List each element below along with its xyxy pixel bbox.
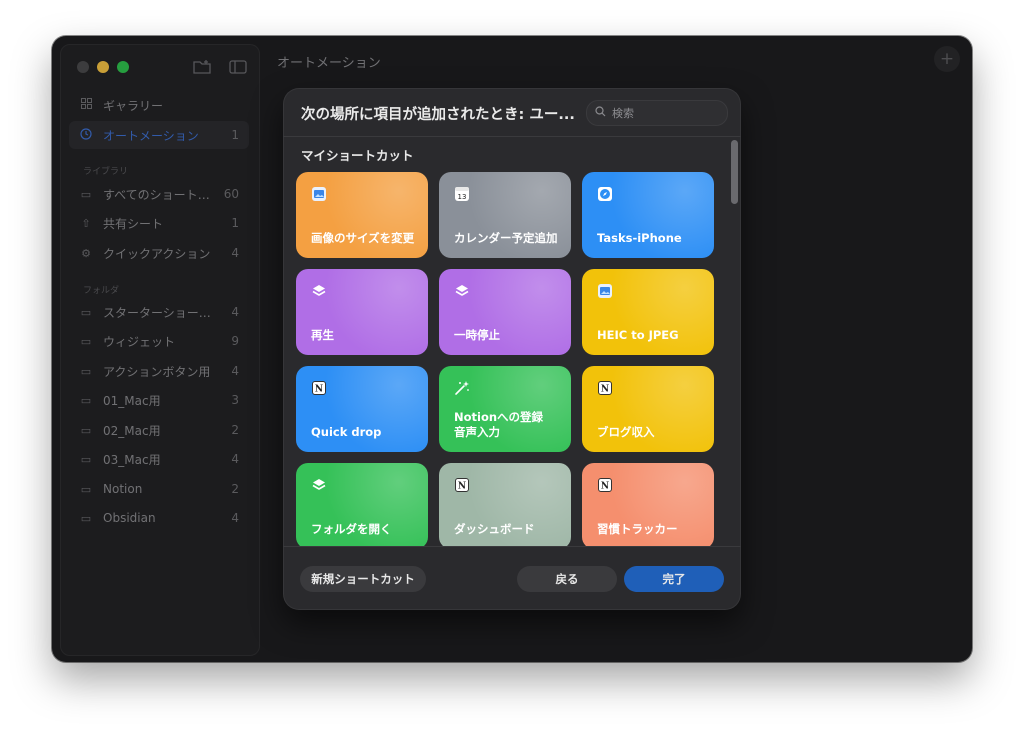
shortcut-tile[interactable]: 13 カレンダー予定追加 xyxy=(439,172,571,258)
shortcut-tile-label: 一時停止 xyxy=(454,328,500,342)
new-shortcut-button[interactable]: 新規ショートカット xyxy=(300,566,426,592)
back-button[interactable]: 戻る xyxy=(517,566,617,592)
shortcut-tile-label: Notionへの登録 音声入力 xyxy=(454,410,544,439)
choose-shortcut-dialog: 次の場所に項目が追加されたとき: ユー... マイショートカット 画像のサイズを… xyxy=(283,88,741,610)
divider xyxy=(283,136,741,137)
shortcut-tile[interactable]: Tasks-iPhone xyxy=(582,172,714,258)
svg-text:N: N xyxy=(601,385,609,395)
safari-icon xyxy=(596,185,614,203)
notion-icon: N xyxy=(596,476,614,494)
search-icon xyxy=(595,106,606,120)
shortcut-tile[interactable]: 再生 xyxy=(296,269,428,355)
shortcut-tile-label: 習慣トラッカー xyxy=(597,522,678,536)
shortcut-tile-label: Quick drop xyxy=(311,425,382,439)
shortcut-tile[interactable]: N Quick drop xyxy=(296,366,428,452)
divider xyxy=(283,546,741,547)
notion-icon: N xyxy=(310,379,328,397)
preview-app-icon xyxy=(310,185,328,203)
shortcut-tile[interactable]: N ダッシュボード xyxy=(439,463,571,546)
layers-icon xyxy=(310,476,328,494)
shortcut-tile-label: HEIC to JPEG xyxy=(597,328,679,342)
calendar-icon: 13 xyxy=(453,185,471,203)
scrollbar[interactable] xyxy=(729,140,739,546)
shortcut-tile[interactable]: 画像のサイズを変更 xyxy=(296,172,428,258)
shortcut-tile-label: フォルダを開く xyxy=(311,522,392,536)
svg-text:N: N xyxy=(315,385,323,395)
shortcut-tile[interactable]: HEIC to JPEG xyxy=(582,269,714,355)
shortcut-tile-label: 画像のサイズを変更 xyxy=(311,231,415,245)
search-field[interactable] xyxy=(586,100,728,126)
notion-icon: N xyxy=(453,476,471,494)
shortcut-tile-label: ダッシュボード xyxy=(454,522,535,536)
shortcut-tile-label: 再生 xyxy=(311,328,334,342)
done-button[interactable]: 完了 xyxy=(624,566,724,592)
svg-text:N: N xyxy=(601,482,609,492)
shortcut-tile[interactable]: N 習慣トラッカー xyxy=(582,463,714,546)
layers-icon xyxy=(453,282,471,300)
search-input[interactable] xyxy=(610,105,724,121)
sparkle-wand-icon xyxy=(453,379,471,397)
shortcut-tile-label: Tasks-iPhone xyxy=(597,231,682,245)
section-title: マイショートカット xyxy=(301,148,414,163)
scrollbar-thumb[interactable] xyxy=(731,140,738,204)
shortcut-tile[interactable]: Notionへの登録 音声入力 xyxy=(439,366,571,452)
shortcut-tile[interactable]: フォルダを開く xyxy=(296,463,428,546)
shortcut-tile-label: カレンダー予定追加 xyxy=(454,231,558,245)
svg-text:13: 13 xyxy=(458,193,467,201)
dialog-title: 次の場所に項目が追加されたとき: ユー... xyxy=(301,107,575,123)
shortcut-tile[interactable]: 一時停止 xyxy=(439,269,571,355)
notion-icon: N xyxy=(596,379,614,397)
svg-text:N: N xyxy=(458,482,466,492)
layers-icon xyxy=(310,282,328,300)
shortcut-tile[interactable]: N ブログ収入 xyxy=(582,366,714,452)
shortcut-tile-label: ブログ収入 xyxy=(597,425,655,439)
shortcut-grid: 画像のサイズを変更 13 カレンダー予定追加 Tasks-iPhone 再生 一時停止 HE… xyxy=(296,172,726,546)
preview-app-icon xyxy=(596,282,614,300)
